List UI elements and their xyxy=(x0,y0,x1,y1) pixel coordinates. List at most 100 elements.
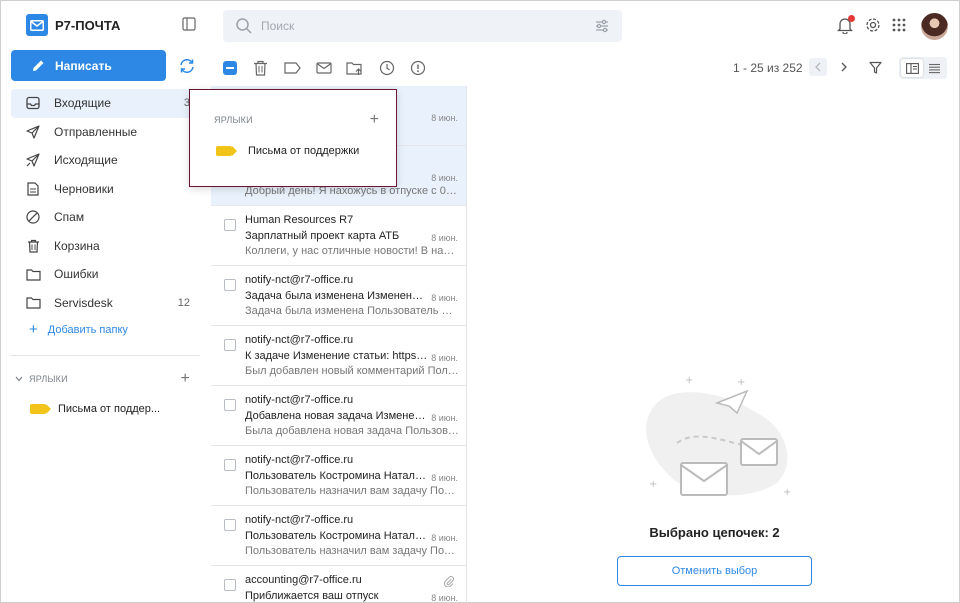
filter-icon[interactable] xyxy=(866,58,884,76)
label-tag-icon xyxy=(30,404,51,414)
app-logo[interactable]: Р7-ПОЧТА xyxy=(26,14,120,36)
search-filter-icon[interactable] xyxy=(594,18,610,37)
folder-drafts[interactable]: Черновики xyxy=(11,175,200,204)
folder-servisdesk[interactable]: Servisdesk 12 xyxy=(11,289,200,318)
message-checkbox[interactable] xyxy=(224,219,236,231)
spam-icon xyxy=(25,209,41,225)
message-date: 8 июн. xyxy=(431,413,458,423)
labels-popup: ЯРЛЫКИ + Письма от поддержки xyxy=(189,89,397,187)
message-checkbox[interactable] xyxy=(224,339,236,351)
folder-errors[interactable]: Ошибки xyxy=(11,260,200,289)
cancel-selection-button[interactable]: Отменить выбор xyxy=(617,556,812,586)
search-bar xyxy=(223,10,622,42)
message-row[interactable]: notify-nct@r7-office.ru Добавлена новая … xyxy=(211,386,466,446)
gear-icon[interactable] xyxy=(865,17,881,36)
message-checkbox[interactable] xyxy=(224,279,236,291)
message-subject: Зарплатный проект карта АТБ xyxy=(245,230,400,242)
folder-inbox[interactable]: Входящие 3 xyxy=(11,89,200,118)
add-folder-label: Добавить папку xyxy=(47,324,128,336)
list-view-icon[interactable] xyxy=(923,59,945,77)
message-sender: notify-nct@r7-office.ru xyxy=(245,274,354,286)
add-label-icon[interactable]: + xyxy=(370,111,379,129)
message-sender: notify-nct@r7-office.ru xyxy=(245,394,354,406)
label-item[interactable]: Письма от поддер... xyxy=(30,403,160,415)
message-preview: Пользователь назначил вам задачу Поль... xyxy=(245,545,459,557)
folder-name: Servisdesk xyxy=(54,295,113,310)
outbox-icon xyxy=(25,152,41,168)
folder-sent[interactable]: Отправленные xyxy=(11,118,200,147)
message-sender: accounting@r7-office.ru xyxy=(245,574,362,586)
message-date: 8 июн. xyxy=(431,113,458,123)
sidebar-divider xyxy=(11,355,200,356)
labels-section-header[interactable]: ЯРЛЫКИ + xyxy=(15,370,190,387)
message-row[interactable]: notify-nct@r7-office.ru Пользователь Кос… xyxy=(211,446,466,506)
compose-button[interactable]: Написать xyxy=(11,50,166,81)
pencil-icon xyxy=(33,60,44,71)
trash-icon[interactable] xyxy=(251,59,269,77)
message-row[interactable]: Human Resources R7 Зарплатный проект кар… xyxy=(211,206,466,266)
folder-name: Исходящие xyxy=(54,153,118,168)
folder-trash[interactable]: Корзина xyxy=(11,232,200,261)
select-all-checkbox[interactable] xyxy=(223,61,237,75)
message-checkbox[interactable] xyxy=(224,519,236,531)
pagination-info: 1 - 25 из 252 xyxy=(733,61,803,75)
refresh-icon[interactable] xyxy=(178,57,196,78)
message-preview: Коллеги, у нас отличные новости! В наше.… xyxy=(245,245,459,257)
message-checkbox[interactable] xyxy=(224,459,236,471)
notification-dot xyxy=(848,15,855,22)
add-label-icon[interactable]: + xyxy=(180,370,190,388)
folder-name: Корзина xyxy=(54,238,100,253)
message-checkbox[interactable] xyxy=(224,399,236,411)
message-preview: Пользователь назначил вам задачу Поль... xyxy=(245,485,459,497)
send-icon xyxy=(25,124,41,140)
message-sender: notify-nct@r7-office.ru xyxy=(245,334,354,346)
svg-text:+: + xyxy=(685,375,693,386)
selected-threads-count: Выбрано цепочек: 2 xyxy=(649,525,780,540)
search-input[interactable] xyxy=(261,10,581,42)
label-tag-icon xyxy=(216,146,237,156)
message-date: 8 июн. xyxy=(431,593,458,603)
message-date: 8 июн. xyxy=(431,533,458,543)
popup-label-item[interactable]: Письма от поддержки xyxy=(216,145,359,157)
message-preview: Была добавлена новая задача Пользоват... xyxy=(245,425,459,437)
message-row[interactable]: notify-nct@r7-office.ru Задача была изме… xyxy=(211,266,466,326)
message-date: 8 июн. xyxy=(431,233,458,243)
add-folder-button[interactable]: + Добавить папку xyxy=(29,322,128,337)
clock-icon[interactable] xyxy=(378,59,396,77)
mail-icon[interactable] xyxy=(315,59,333,77)
labels-section-title: ЯРЛЫКИ xyxy=(29,374,68,384)
alert-icon[interactable] xyxy=(409,59,427,77)
folder-name: Входящие xyxy=(54,96,111,111)
svg-text:+: + xyxy=(737,377,745,388)
popup-label-name: Письма от поддержки xyxy=(248,145,360,157)
message-date: 8 июн. xyxy=(431,353,458,363)
user-avatar[interactable] xyxy=(921,13,948,40)
message-checkbox[interactable] xyxy=(224,579,236,591)
trash-icon xyxy=(25,238,41,254)
folder-outbox[interactable]: Исходящие xyxy=(11,146,200,175)
folder-name: Ошибки xyxy=(54,267,99,282)
search-icon xyxy=(235,17,253,38)
move-to-folder-icon[interactable] xyxy=(346,59,364,77)
popup-title: ЯРЛЫКИ xyxy=(214,115,253,125)
message-row[interactable]: notify-nct@r7-office.ru К задаче Изменен… xyxy=(211,326,466,386)
next-page-button[interactable] xyxy=(835,58,853,76)
app-title: Р7-ПОЧТА xyxy=(55,17,121,33)
apps-grid-icon[interactable] xyxy=(892,18,906,35)
message-row[interactable]: accounting@r7-office.ru Приближается ваш… xyxy=(211,566,466,603)
label-icon[interactable] xyxy=(283,59,301,77)
message-subject: К задаче Изменение статьи: https:/... xyxy=(245,350,429,362)
split-view-icon[interactable] xyxy=(901,59,923,77)
folder-spam[interactable]: Спам xyxy=(11,203,200,232)
message-subject: Пользователь Костромина Наталь... xyxy=(245,470,429,482)
chevron-down-icon xyxy=(15,374,23,384)
message-date: 8 июн. xyxy=(431,293,458,303)
mail-logo-icon xyxy=(26,14,48,36)
sidebar-toggle-icon[interactable] xyxy=(182,17,198,33)
folder-count: 12 xyxy=(177,296,190,309)
prev-page-button[interactable] xyxy=(809,58,827,76)
view-mode-switch xyxy=(899,57,947,79)
message-preview: Был добавлен новый комментарий Поль... xyxy=(245,365,459,377)
message-row[interactable]: notify-nct@r7-office.ru Пользователь Кос… xyxy=(211,506,466,566)
empty-selection-illustration: + + + + xyxy=(646,375,791,498)
